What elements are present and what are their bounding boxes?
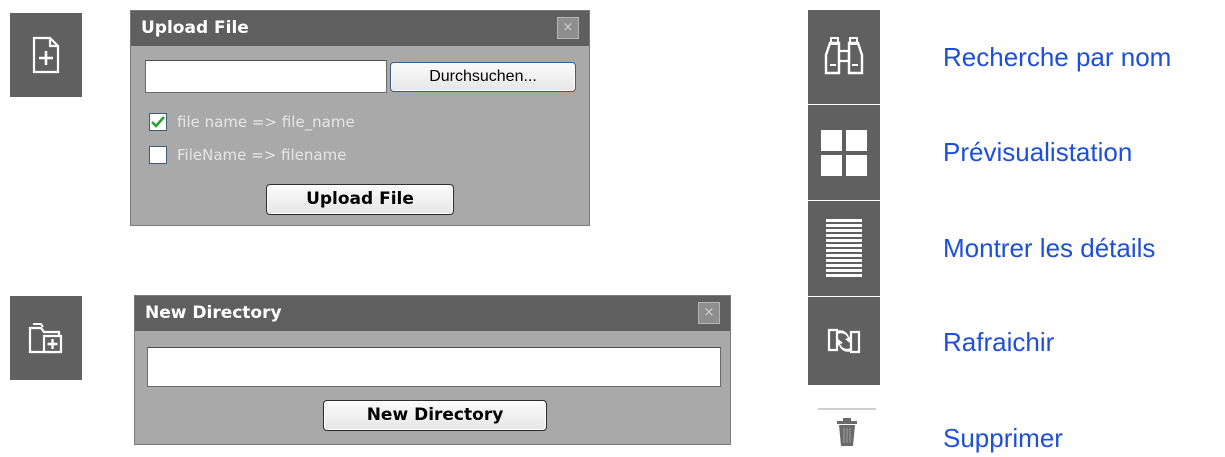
new-directory-button[interactable]: New Directory (323, 400, 547, 431)
option-row[interactable]: FileName => filename (149, 144, 346, 166)
refresh-link[interactable]: Rafraichir (943, 327, 1054, 358)
new-directory-dialog: New Directory × New Directory (134, 295, 731, 445)
delete-link[interactable]: Supprimer (943, 423, 1063, 454)
option-row[interactable]: file name => file_name (149, 111, 355, 133)
option-label: FileName => filename (177, 146, 347, 164)
preview-link[interactable]: Prévisualistation (943, 137, 1132, 168)
grid-view-icon[interactable] (808, 105, 880, 200)
file-path-input[interactable] (145, 60, 387, 93)
binoculars-icon[interactable] (808, 10, 880, 104)
option-label: file name => file_name (177, 113, 355, 131)
refresh-icon[interactable] (808, 297, 880, 385)
list-details-icon[interactable] (808, 201, 880, 296)
check-icon (151, 116, 165, 128)
close-icon: × (562, 20, 574, 35)
new-folder-icon[interactable] (10, 296, 82, 380)
close-button[interactable]: × (698, 302, 720, 324)
new-file-icon[interactable] (10, 13, 82, 97)
upload-file-dialog: Upload File × Durchsuchen... file name =… (130, 10, 590, 226)
lowercase-underscore-checkbox[interactable] (149, 113, 167, 131)
show-details-link[interactable]: Montrer les détails (943, 233, 1155, 264)
browse-button[interactable]: Durchsuchen... (390, 62, 576, 92)
close-icon: × (703, 305, 715, 320)
close-button[interactable]: × (557, 17, 579, 39)
upload-file-button[interactable]: Upload File (266, 184, 454, 215)
lowercase-checkbox[interactable] (149, 146, 167, 164)
dialog-title: New Directory (135, 296, 730, 331)
dialog-title: Upload File (131, 11, 589, 46)
trash-icon[interactable] (818, 408, 876, 448)
directory-name-input[interactable] (147, 347, 721, 387)
search-by-name-link[interactable]: Recherche par nom (943, 42, 1171, 73)
